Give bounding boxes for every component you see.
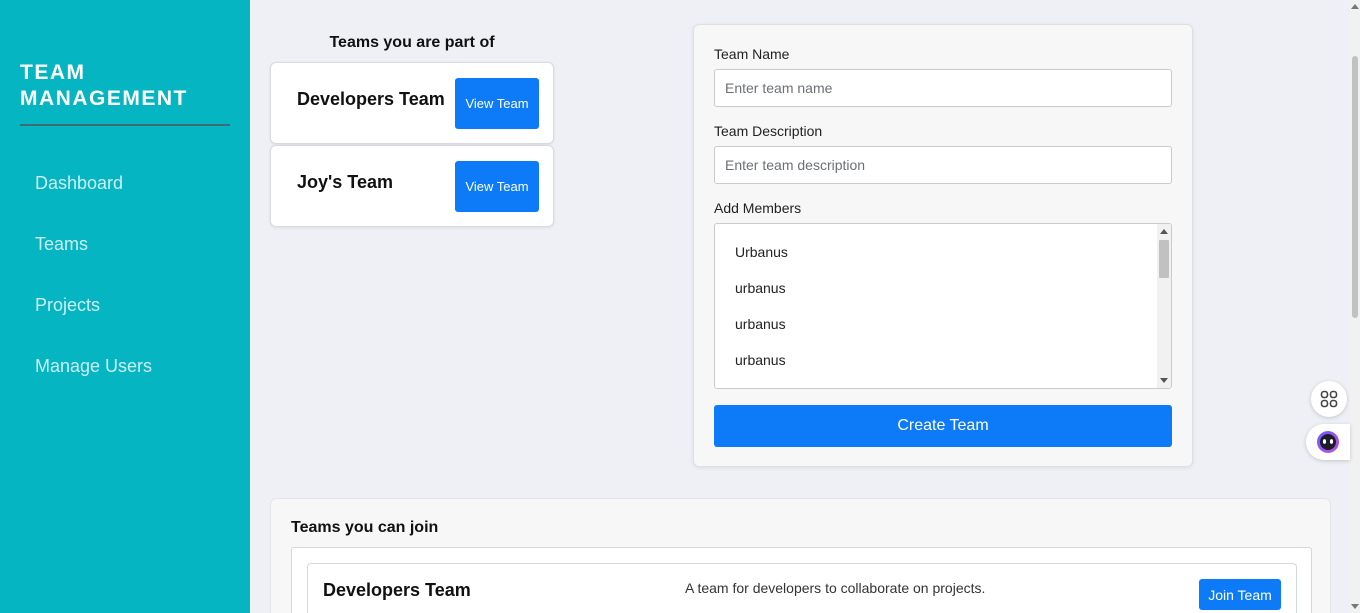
create-team-form: Team Name Team Description Add Members U… [693,24,1193,467]
page-scrollbar[interactable] [1350,0,1360,613]
brand-line-2: MANAGEMENT [20,87,188,110]
view-team-button[interactable]: View Team [455,78,539,129]
team-name: Developers Team [297,89,445,109]
teams-part-of-title: Teams you are part of [329,34,495,51]
member-option[interactable]: urbanus [735,352,786,368]
members-listbox[interactable]: Urbanus urbanus urbanus urbanus [714,223,1172,389]
scrollbar-thumb[interactable] [1159,240,1169,278]
members-scrollbar[interactable] [1157,224,1171,388]
sidebar: TEAM MANAGEMENT Dashboard Teams Projects… [0,0,250,613]
teams-join-panel: Teams you can join Developers Team A tea… [270,498,1331,613]
team-description-label: Team Description [714,123,823,139]
scroll-up-arrow-icon[interactable] [1160,229,1168,234]
sidebar-item-dashboard[interactable]: Dashboard [35,173,123,194]
view-team-button[interactable]: View Team [455,161,539,212]
team-name: Joy's Team [297,172,393,192]
member-option[interactable]: urbanus [735,316,786,332]
team-card: Joy's Team View Team [270,145,554,227]
scroll-down-arrow-icon[interactable] [1351,604,1359,609]
sidebar-item-manage-users[interactable]: Manage Users [35,356,152,377]
create-team-button[interactable]: Create Team [714,405,1172,447]
page-scrollbar-thumb[interactable] [1352,56,1358,318]
join-team-description: A team for developers to collaborate on … [685,580,986,596]
scroll-up-arrow-icon[interactable] [1351,4,1359,9]
team-description-input[interactable] [714,146,1172,184]
sidebar-item-projects[interactable]: Projects [35,295,100,316]
join-team-button[interactable]: Join Team [1199,579,1281,610]
join-team-item: Developers Team A team for developers to… [307,563,1297,613]
join-team-name: Developers Team [323,580,471,600]
teams-join-title: Teams you can join [291,519,439,536]
brand-title: TEAM MANAGEMENT [20,60,230,126]
add-members-label: Add Members [714,200,802,216]
grid-icon[interactable] [1311,381,1347,417]
team-name-label: Team Name [714,46,790,62]
team-name-input[interactable] [714,69,1172,107]
join-team-list: Developers Team A team for developers to… [291,547,1312,613]
team-card: Developers Team View Team [270,62,554,144]
assistant-bot-icon[interactable] [1306,424,1350,460]
brand-line-1: TEAM [20,61,86,84]
sidebar-item-teams[interactable]: Teams [35,234,88,255]
scroll-down-arrow-icon[interactable] [1160,378,1168,383]
member-option[interactable]: Urbanus [735,244,788,260]
member-option[interactable]: urbanus [735,280,786,296]
